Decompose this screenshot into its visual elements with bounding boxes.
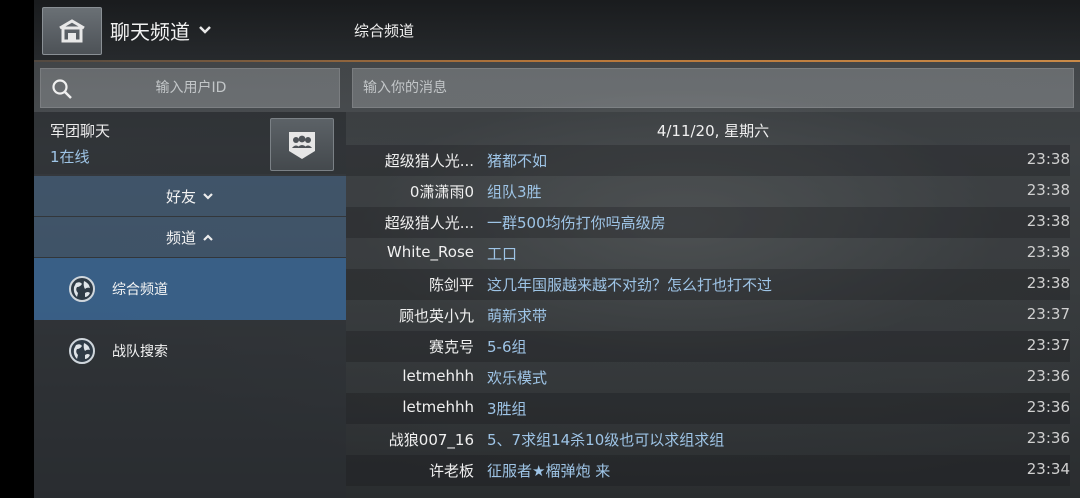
chevron-down-icon: [203, 192, 213, 200]
message-sender[interactable]: letmehhh: [402, 367, 474, 385]
message-sender[interactable]: 0潇潇雨0: [410, 181, 474, 202]
message-text: 5、7求组14杀10级也可以求组求组: [487, 431, 725, 449]
message-text: 这几年国服越来越不对劲？怎么打也打不过: [487, 276, 773, 294]
message-sender[interactable]: letmehhh: [402, 398, 474, 416]
message-time: 23:36: [1026, 367, 1070, 385]
message-text: 萌新求带: [487, 307, 548, 325]
legion-button[interactable]: [270, 118, 334, 171]
sidebar: 好友 频道 综合频道 战队搜索: [34, 174, 346, 498]
home-button[interactable]: [42, 7, 102, 55]
message-sender[interactable]: 陈剑平: [429, 274, 474, 295]
message-time: 23:38: [1026, 212, 1070, 230]
message-time: 23:38: [1026, 181, 1070, 199]
chat-message-row[interactable]: 赛克号 5-6组 23:37: [346, 331, 1070, 362]
legion-icon: [289, 131, 315, 159]
message-sender[interactable]: 战狼007_16: [389, 429, 474, 450]
chevron-up-icon: [203, 233, 213, 241]
chat-message-list[interactable]: 4/11/20, 星期六 超级猎人光... 猪都不如 23:38 0潇潇雨0 组…: [346, 112, 1080, 498]
channels-label: 频道: [165, 228, 196, 247]
message-text: 征服者★榴弹炮 来: [487, 462, 611, 480]
chat-message-row[interactable]: letmehhh 欢乐模式 23:36: [346, 362, 1070, 393]
channels-section-header[interactable]: 频道: [34, 217, 346, 257]
chat-message-row[interactable]: White_Rose 工口 23:38: [346, 238, 1070, 269]
chevron-down-icon: [199, 26, 211, 34]
message-text: 一群500均伤打你吗高级房: [487, 214, 666, 232]
legion-chat-panel[interactable]: 军团聊天 1在线: [34, 112, 346, 174]
message-sender[interactable]: 许老板: [429, 460, 474, 481]
message-time: 23:36: [1026, 398, 1070, 416]
message-text: 3胜组: [487, 400, 527, 418]
sidebar-item-label: 综合频道: [112, 282, 168, 298]
chat-date-header: 4/11/20, 星期六: [656, 122, 770, 140]
chat-message-row[interactable]: 顾也英小九 萌新求带 23:37: [346, 300, 1070, 331]
message-time: 23:37: [1026, 336, 1070, 354]
message-text: 组队3胜: [487, 183, 542, 201]
legion-chat-title: 军团聊天: [50, 122, 111, 140]
friends-section-header[interactable]: 好友: [34, 176, 346, 216]
chat-message-row[interactable]: 0潇潇雨0 组队3胜 23:38: [346, 176, 1070, 207]
message-composer[interactable]: [352, 68, 1074, 108]
friends-label: 好友: [165, 187, 196, 206]
home-icon: [59, 19, 85, 43]
message-sender[interactable]: 超级猎人光...: [385, 212, 474, 233]
message-text: 5-6组: [487, 338, 527, 356]
chat-message-row[interactable]: 许老板 征服者★榴弹炮 来 23:34: [346, 455, 1070, 486]
chat-message-row[interactable]: 超级猎人光... 一群500均伤打你吗高级房 23:38: [346, 207, 1070, 238]
chat-message-row[interactable]: 战狼007_16 5、7求组14杀10级也可以求组求组 23:36: [346, 424, 1070, 455]
user-id-input[interactable]: [81, 69, 301, 107]
legion-online-count: 1在线: [50, 148, 90, 166]
message-sender[interactable]: White_Rose: [387, 243, 474, 261]
message-text: 欢乐模式: [487, 369, 548, 387]
user-search-box[interactable]: [40, 68, 340, 108]
message-time: 23:36: [1026, 429, 1070, 447]
globe-icon: [69, 338, 95, 364]
message-input[interactable]: [363, 69, 1053, 107]
message-text: 工口: [487, 245, 518, 263]
sidebar-item-label: 战队搜索: [112, 344, 168, 360]
chat-message-row[interactable]: 陈剑平 这几年国服越来越不对劲？怎么打也打不过 23:38: [346, 269, 1070, 300]
game-chat-screen: 聊天频道 综合频道 军团聊天 1在线: [34, 0, 1080, 498]
message-time: 23:37: [1026, 305, 1070, 323]
message-text: 猪都不如: [487, 152, 548, 170]
sidebar-item-general-channel[interactable]: 综合频道: [34, 258, 346, 320]
channel-dropdown-label: 聊天频道: [110, 19, 190, 44]
message-time: 23:38: [1026, 150, 1070, 168]
message-time: 23:38: [1026, 274, 1070, 292]
accent-divider: [34, 60, 1080, 62]
sidebar-item-team-search[interactable]: 战队搜索: [34, 320, 346, 382]
channel-dropdown[interactable]: 聊天频道: [110, 14, 212, 46]
message-sender[interactable]: 赛克号: [429, 336, 474, 357]
current-channel-title: 综合频道: [354, 22, 415, 40]
globe-icon: [69, 276, 95, 302]
search-icon: [52, 79, 72, 99]
message-sender[interactable]: 顾也英小九: [399, 305, 474, 326]
chat-message-row[interactable]: letmehhh 3胜组 23:36: [346, 393, 1070, 424]
message-time: 23:34: [1026, 460, 1070, 478]
message-time: 23:38: [1026, 243, 1070, 261]
top-bar: 聊天频道 综合频道: [34, 0, 1080, 60]
message-sender[interactable]: 超级猎人光...: [385, 150, 474, 171]
chat-message-row[interactable]: 超级猎人光... 猪都不如 23:38: [346, 145, 1070, 176]
